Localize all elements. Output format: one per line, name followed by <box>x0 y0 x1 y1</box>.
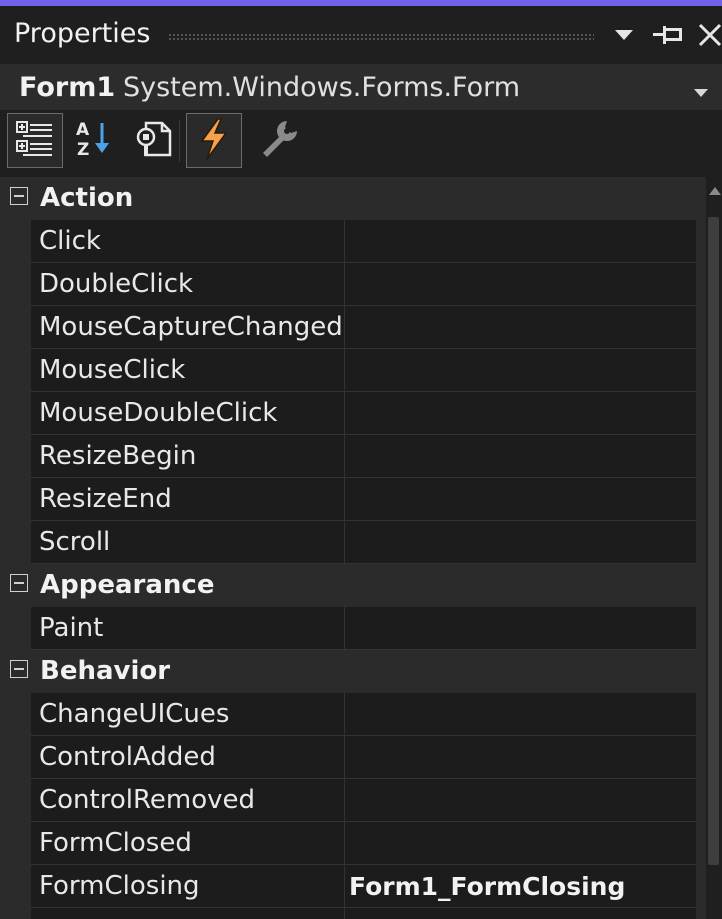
property-row[interactable]: ControlAdded <box>0 736 706 779</box>
property-row[interactable]: MouseClick <box>0 349 706 392</box>
property-value: Form1_FormClosing <box>349 872 626 901</box>
property-name: ResizeEnd <box>39 484 172 514</box>
scroll-thumb[interactable] <box>708 217 719 865</box>
property-value-cell[interactable] <box>345 736 696 779</box>
property-value-cell[interactable] <box>345 349 696 392</box>
property-name: ControlRemoved <box>39 785 255 815</box>
scroll-up-arrow-icon[interactable] <box>709 187 721 195</box>
property-name: MouseDoubleClick <box>39 398 278 428</box>
property-name-cell[interactable]: ControlRemoved <box>31 779 344 822</box>
property-name: MouseClick <box>39 355 186 385</box>
property-name: Scroll <box>39 527 111 557</box>
properties-window-titlebar[interactable]: Properties <box>0 6 722 62</box>
category-behavior[interactable]: Behavior <box>0 650 706 693</box>
properties-icon <box>132 117 176 165</box>
property-name: Click <box>39 226 101 256</box>
properties-toolbar: A Z <box>0 112 722 174</box>
property-value-cell[interactable] <box>345 908 696 919</box>
property-row[interactable]: Paint <box>0 607 706 650</box>
property-name: ResizeBegin <box>39 441 197 471</box>
property-row[interactable]: Click <box>0 220 706 263</box>
collapse-toggle-icon[interactable] <box>10 574 28 592</box>
property-value-cell[interactable] <box>345 478 696 521</box>
property-row[interactable]: MouseCaptureChanged <box>0 306 706 349</box>
property-value-cell[interactable] <box>345 779 696 822</box>
property-pages-wrench-icon <box>257 117 301 165</box>
property-value-cell[interactable] <box>345 392 696 435</box>
alphabetical-button[interactable]: A Z <box>66 113 122 168</box>
property-value-cell[interactable] <box>345 306 696 349</box>
object-selector[interactable]: Form1 System.Windows.Forms.Form <box>0 64 722 110</box>
property-name-cell[interactable]: Click <box>31 220 344 263</box>
window-options-dropdown-icon[interactable] <box>607 18 641 52</box>
property-name-cell[interactable]: FormClosing <box>31 865 344 908</box>
property-row[interactable]: FormClosing Form1_FormClosing <box>0 865 706 908</box>
property-name-cell[interactable]: MouseCaptureChanged <box>31 306 344 349</box>
property-name: FormClosed <box>39 828 192 858</box>
alphabetical-icon: A Z <box>72 117 116 165</box>
categorized-button[interactable] <box>7 113 63 168</box>
property-value-cell[interactable] <box>345 521 696 564</box>
property-value-cell[interactable] <box>345 607 696 650</box>
property-name-cell[interactable]: MouseClick <box>31 349 344 392</box>
property-name-cell[interactable]: DoubleClick <box>31 263 344 306</box>
property-value-cell[interactable] <box>345 263 696 306</box>
property-row[interactable]: ChangeUICues <box>0 693 706 736</box>
property-name: ChangeUICues <box>39 699 230 729</box>
property-name-cell[interactable]: ResizeBegin <box>31 435 344 478</box>
property-row[interactable]: ResizeEnd <box>0 478 706 521</box>
property-name-cell[interactable]: MouseDoubleClick <box>31 392 344 435</box>
svg-text:Z: Z <box>77 140 89 160</box>
property-row[interactable]: MouseDoubleClick <box>0 392 706 435</box>
category-label: Behavior <box>40 656 171 686</box>
pin-icon[interactable] <box>651 18 685 52</box>
property-name-cell[interactable] <box>31 908 344 919</box>
property-name-cell[interactable]: ChangeUICues <box>31 693 344 736</box>
property-value-cell[interactable] <box>345 435 696 478</box>
categorized-icon <box>15 119 55 163</box>
property-row[interactable]: ResizeBegin <box>0 435 706 478</box>
category-label: Action <box>40 183 134 213</box>
property-name: MouseCaptureChanged <box>39 312 343 342</box>
object-name: Form1 <box>19 72 116 103</box>
properties-button[interactable] <box>126 113 182 168</box>
property-row-partial[interactable] <box>0 908 706 919</box>
events-button[interactable] <box>186 113 242 168</box>
object-type: System.Windows.Forms.Form <box>123 72 521 103</box>
property-name-cell[interactable]: Paint <box>31 607 344 650</box>
property-name-cell[interactable]: ControlAdded <box>31 736 344 779</box>
object-selector-dropdown-icon[interactable] <box>694 82 708 101</box>
property-name-cell[interactable]: ResizeEnd <box>31 478 344 521</box>
property-value-cell[interactable] <box>345 822 696 865</box>
property-name: FormClosing <box>39 871 200 901</box>
property-name-cell[interactable]: Scroll <box>31 521 344 564</box>
property-value-cell[interactable] <box>345 220 696 263</box>
collapse-toggle-icon[interactable] <box>10 187 28 205</box>
property-value-cell[interactable] <box>345 693 696 736</box>
property-name: ControlAdded <box>39 742 216 772</box>
drag-grip[interactable] <box>168 33 594 42</box>
toolbar-separator <box>179 120 180 162</box>
category-action[interactable]: Action <box>0 177 706 220</box>
property-value-cell[interactable]: Form1_FormClosing <box>345 865 696 908</box>
property-grid: Action Click DoubleClick MouseCaptureCha… <box>0 177 706 919</box>
close-icon[interactable] <box>693 18 722 52</box>
property-row[interactable]: Scroll <box>0 521 706 564</box>
category-label: Appearance <box>40 570 215 600</box>
property-name: Paint <box>39 613 104 643</box>
events-lightning-icon <box>194 117 234 165</box>
property-row[interactable]: ControlRemoved <box>0 779 706 822</box>
category-appearance[interactable]: Appearance <box>0 564 706 607</box>
svg-text:A: A <box>76 120 90 140</box>
window-title: Properties <box>14 18 151 49</box>
property-name: DoubleClick <box>39 269 194 299</box>
property-pages-button[interactable] <box>251 113 307 168</box>
property-row[interactable]: FormClosed <box>0 822 706 865</box>
collapse-toggle-icon[interactable] <box>10 660 28 678</box>
property-name-cell[interactable]: FormClosed <box>31 822 344 865</box>
property-row[interactable]: DoubleClick <box>0 263 706 306</box>
vertical-scrollbar[interactable] <box>706 177 722 919</box>
